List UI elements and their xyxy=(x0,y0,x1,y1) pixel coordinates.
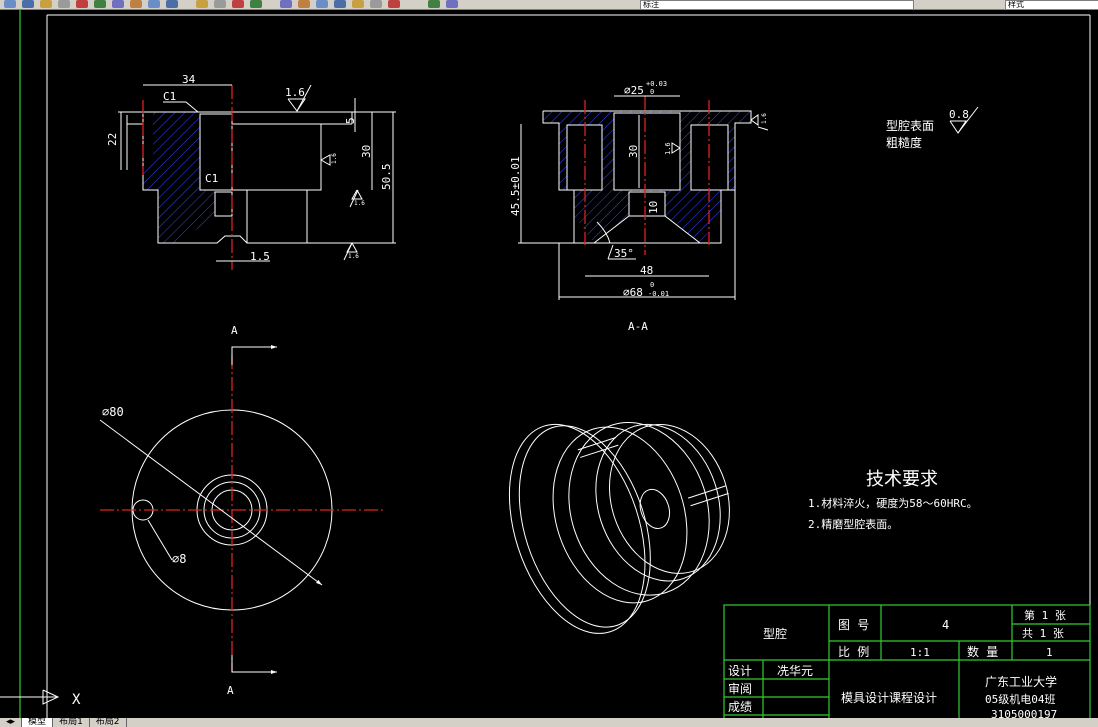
layer-dropdown[interactable]: 标注 xyxy=(640,0,914,9)
rough-bottom: 1.6 xyxy=(348,253,359,260)
style-dropdown[interactable]: 样式 xyxy=(1005,0,1098,9)
help-icon[interactable] xyxy=(388,0,400,8)
paste-icon[interactable] xyxy=(112,0,124,8)
drawing-canvas[interactable]: 34 C1 C1 1.6 22 5 30 50.5 1.5 1.6 1.6 1.… xyxy=(0,10,1098,718)
total-label: 共 1 张 xyxy=(1022,627,1064,640)
review-label: 审阅 xyxy=(728,681,752,696)
rough-top: 1.6 xyxy=(285,86,305,99)
design-label: 设计 xyxy=(728,664,752,678)
roughness-note: 型腔表面 粗糙度 0.8 xyxy=(886,106,979,150)
dim-22: 22 xyxy=(106,133,119,146)
section-label-top: A xyxy=(231,324,238,337)
layer-manager-icon[interactable] xyxy=(428,0,440,8)
section-aa-label: A-A xyxy=(628,320,648,333)
save-icon[interactable] xyxy=(22,0,34,8)
drawing-no: 4 xyxy=(942,618,949,632)
dim-10: 10 xyxy=(647,201,660,214)
dim-34: 34 xyxy=(182,73,196,86)
layer-state-icon[interactable] xyxy=(446,0,458,8)
dim-dia-8: ⌀8 xyxy=(172,552,186,566)
drawing-no-label: 图 号 xyxy=(838,618,869,632)
preview-icon[interactable] xyxy=(58,0,70,8)
rough-aa: 1.6 xyxy=(664,142,672,155)
dim-chamfer-top: C1 xyxy=(163,90,176,103)
section-label-bottom: A xyxy=(227,684,234,697)
grade-label: 成绩 xyxy=(728,700,752,714)
ucs-icon: X xyxy=(0,689,81,708)
course-name: 模具设计课程设计 xyxy=(841,690,937,705)
rough-mid: 1.6 xyxy=(354,200,365,207)
calc-icon[interactable] xyxy=(370,0,382,8)
title-block: 型腔 图 号 4 第 1 张 共 1 张 比 例 1:1 数 量 1 设计 冼华… xyxy=(723,604,1091,718)
qty-label: 数 量 xyxy=(967,644,998,659)
layout-tabs: ◂▸ 模型 布局1 布局2 xyxy=(0,718,1098,727)
student-id: 3105000197 xyxy=(991,708,1057,718)
ucs-x-label: X xyxy=(72,692,81,708)
tool-palette-icon[interactable] xyxy=(316,0,328,8)
roughness-note-line1: 型腔表面 xyxy=(886,118,934,133)
cut-icon[interactable] xyxy=(76,0,88,8)
dim-45-5: 45.5±0.01 xyxy=(509,156,522,216)
section-aa-view: ⌀25 +0.03 0 30 1.6 10 45.5±0.01 35° 48 ⌀… xyxy=(509,80,769,333)
dim-1-5: 1.5 xyxy=(250,250,270,263)
zoom-window-icon[interactable] xyxy=(232,0,244,8)
dim-aa-30: 30 xyxy=(627,145,640,158)
tech-requirements: 技术要求 1.材料淬火，硬度为58～60HRC。 2.精磨型腔表面。 xyxy=(808,469,978,531)
copy-icon[interactable] xyxy=(94,0,106,8)
designer: 冼华元 xyxy=(777,664,813,678)
qty-value: 1 xyxy=(1046,646,1053,659)
dim-dia-68-upper: 0 xyxy=(650,281,654,289)
dim-bore-25: ⌀25 xyxy=(624,84,644,97)
dim-dia-68-lower: -0.01 xyxy=(648,290,669,298)
dim-30: 30 xyxy=(360,145,373,158)
class-name: 05级机电04班 xyxy=(985,692,1056,706)
tech-requirement-item: 1.材料淬火，硬度为58～60HRC。 xyxy=(808,496,978,510)
dim-chamfer-mid: C1 xyxy=(205,172,218,185)
pan-icon[interactable] xyxy=(196,0,208,8)
tab-nav-arrows[interactable]: ◂▸ xyxy=(0,718,23,727)
markup-icon[interactable] xyxy=(352,0,364,8)
scale-value: 1:1 xyxy=(910,646,930,659)
dim-50-5: 50.5 xyxy=(380,164,393,191)
zoom-previous-icon[interactable] xyxy=(250,0,262,8)
properties-icon[interactable] xyxy=(280,0,292,8)
dim-dia-68: ⌀68 xyxy=(623,286,643,299)
print-icon[interactable] xyxy=(40,0,52,8)
open-icon[interactable] xyxy=(4,0,16,8)
section-view: 34 C1 C1 1.6 22 5 30 50.5 1.5 1.6 1.6 1.… xyxy=(106,73,396,270)
tech-requirements-title: 技术要求 xyxy=(866,469,938,490)
tab-layout1[interactable]: 布局1 xyxy=(53,718,90,727)
rough-aa-right: 1.6 xyxy=(761,113,768,124)
dim-48: 48 xyxy=(640,264,653,277)
dim-bore-25-lower: 0 xyxy=(650,88,654,96)
match-icon[interactable] xyxy=(130,0,142,8)
design-center-icon[interactable] xyxy=(298,0,310,8)
redo-icon[interactable] xyxy=(166,0,178,8)
isometric-view xyxy=(508,422,730,634)
undo-icon[interactable] xyxy=(148,0,160,8)
roughness-note-value: 0.8 xyxy=(949,108,969,121)
toolbar: 标注 样式 xyxy=(0,0,1098,10)
sheet-icon[interactable] xyxy=(334,0,346,8)
tech-requirement-item: 2.精磨型腔表面。 xyxy=(808,517,898,531)
school-name: 广东工业大学 xyxy=(985,674,1057,689)
part-name: 型腔 xyxy=(763,626,787,641)
tab-model[interactable]: 模型 xyxy=(22,718,54,727)
tab-layout2[interactable]: 布局2 xyxy=(90,718,127,727)
roughness-note-line2: 粗糙度 xyxy=(886,135,922,150)
zoom-realtime-icon[interactable] xyxy=(214,0,226,8)
dim-bore-25-upper: +0.03 xyxy=(646,80,667,88)
sheet-label: 第 1 张 xyxy=(1024,608,1066,622)
dim-35deg: 35° xyxy=(614,247,634,260)
scale-label: 比 例 xyxy=(838,645,869,659)
front-view: A A ⌀80 ⌀8 xyxy=(99,324,385,697)
dim-dia-80: ⌀80 xyxy=(102,405,124,419)
dim-5: 5 xyxy=(344,117,357,124)
rough-side: 1.6 xyxy=(331,153,338,164)
